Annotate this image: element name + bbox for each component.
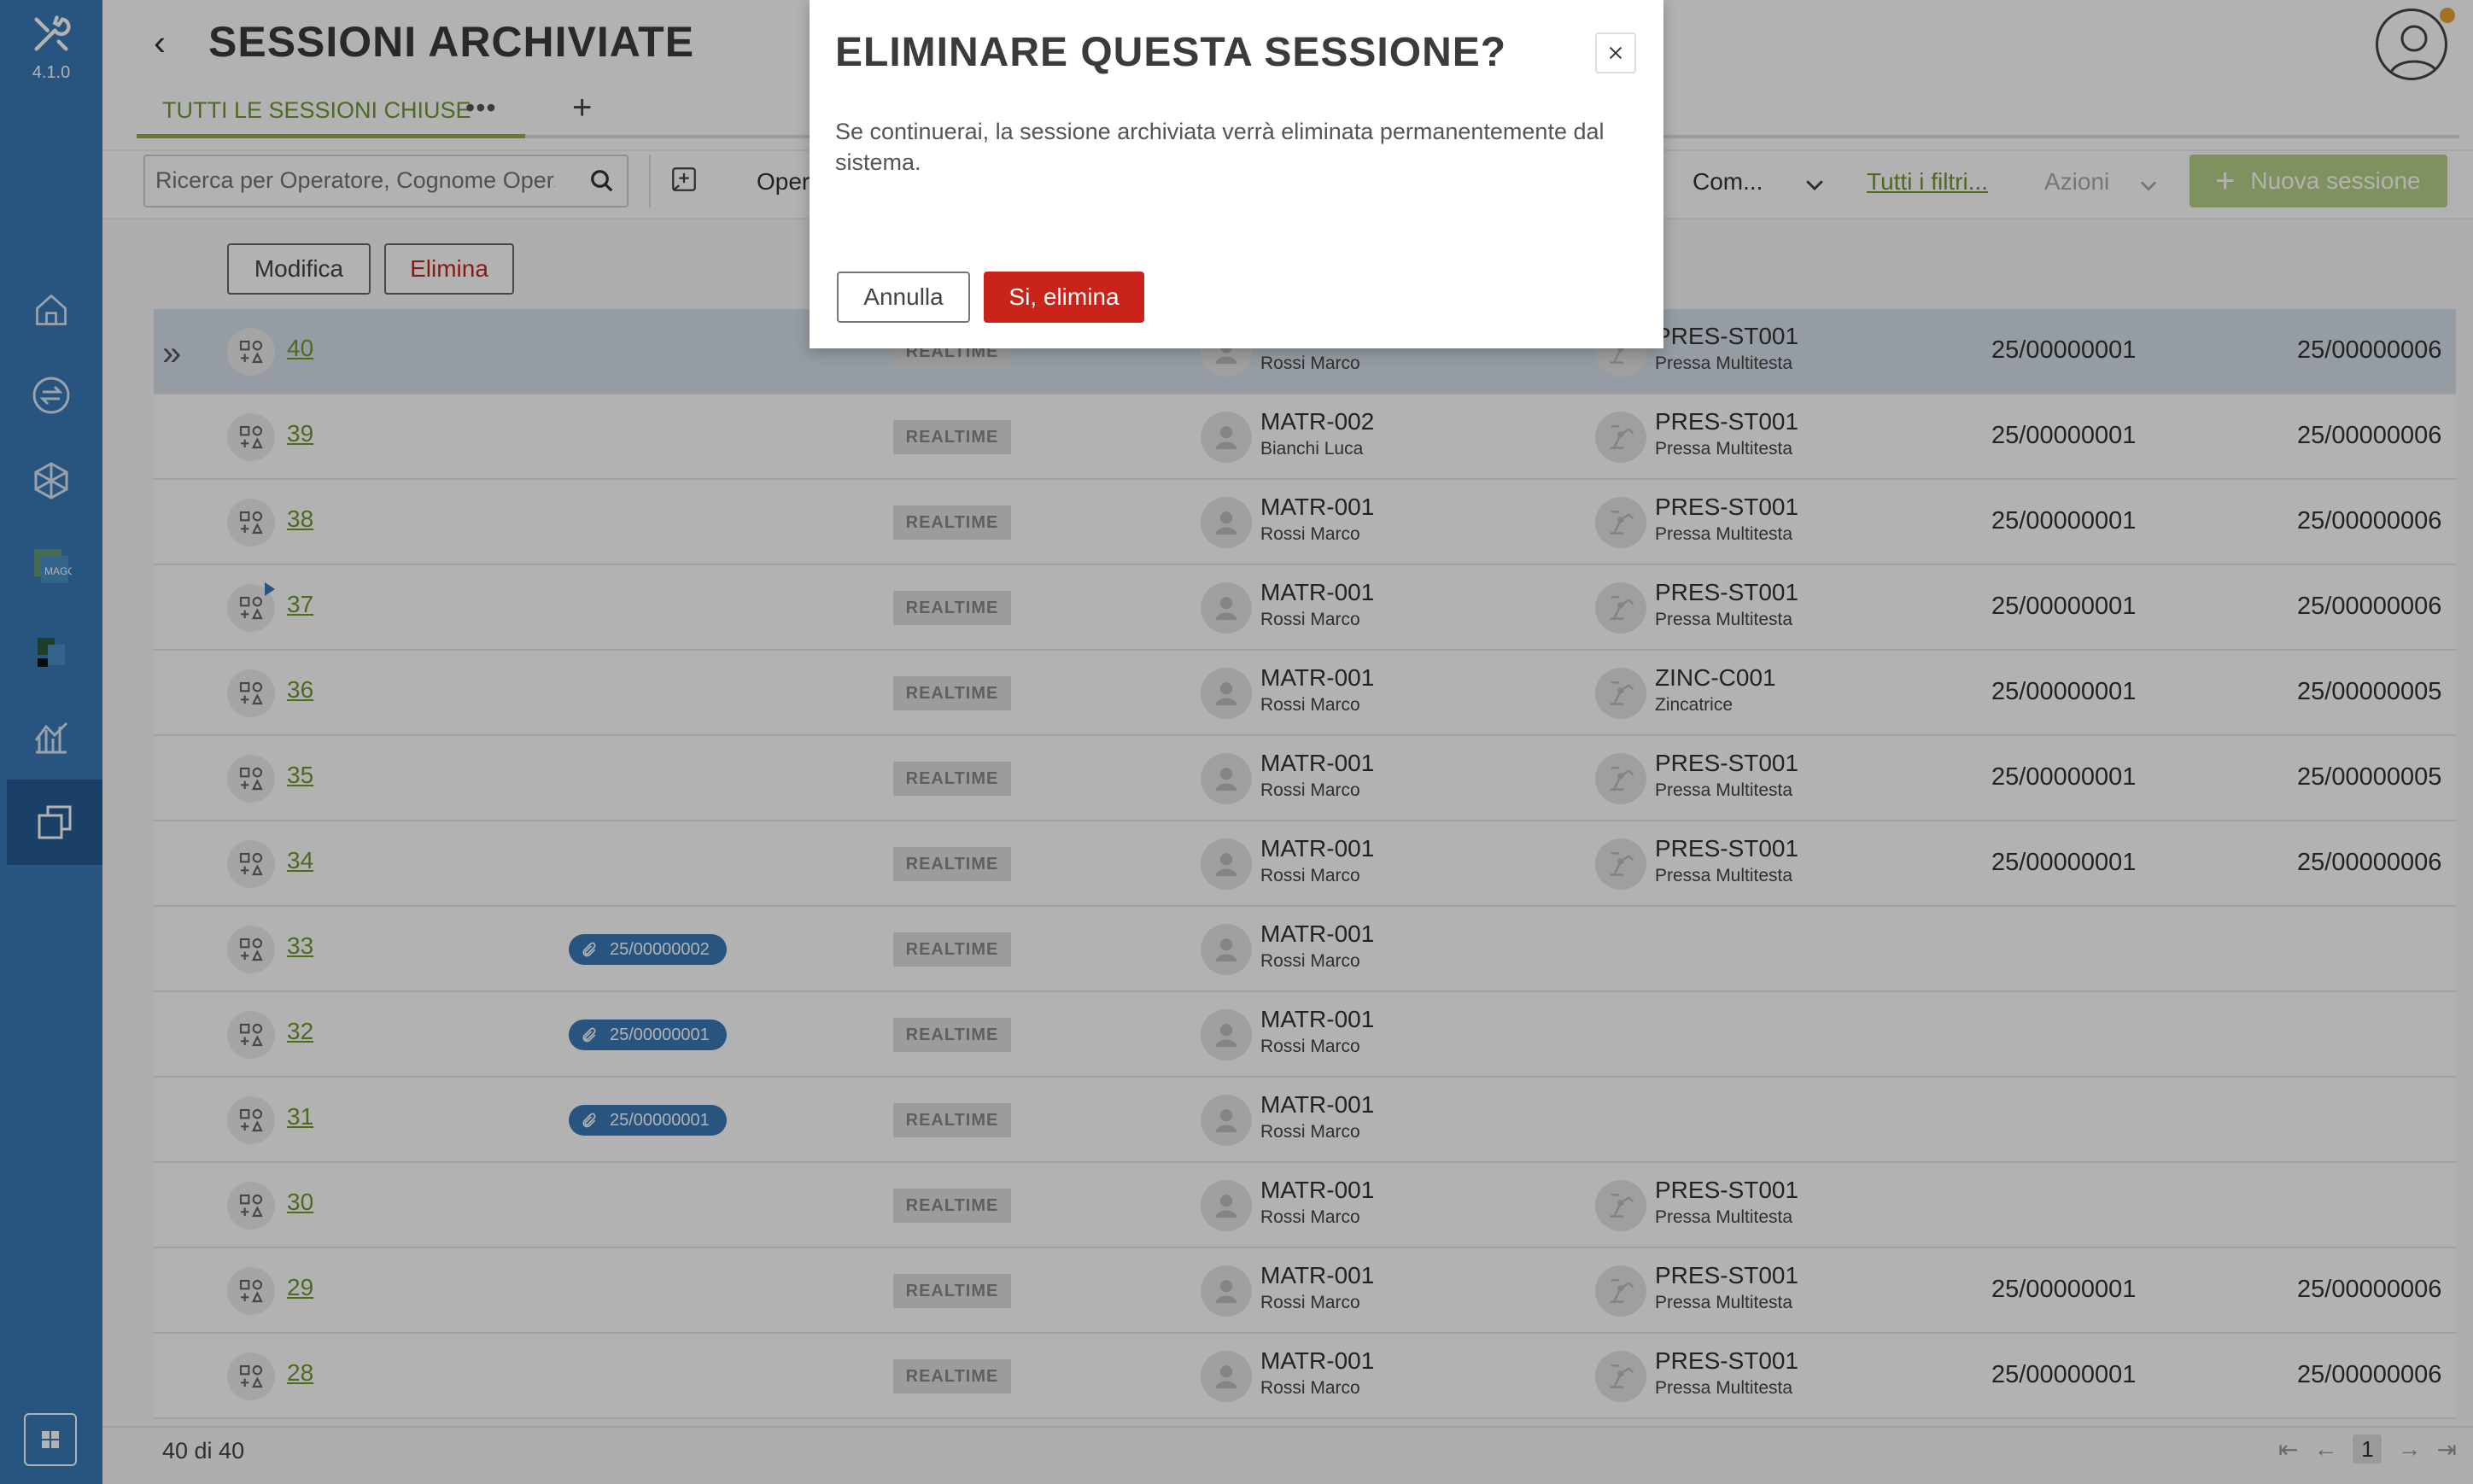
close-button[interactable] <box>1595 32 1636 73</box>
confirm-delete-button[interactable]: Si, elimina <box>984 272 1144 323</box>
close-icon <box>1609 46 1622 60</box>
dialog-message: Se continuerai, la sessione archiviata v… <box>835 119 1605 175</box>
delete-confirm-dialog: ELIMINARE QUESTA SESSIONE? Se continuera… <box>810 0 1663 348</box>
dialog-title: ELIMINARE QUESTA SESSIONE? <box>835 30 1507 75</box>
cancel-button[interactable]: Annulla <box>837 272 970 323</box>
